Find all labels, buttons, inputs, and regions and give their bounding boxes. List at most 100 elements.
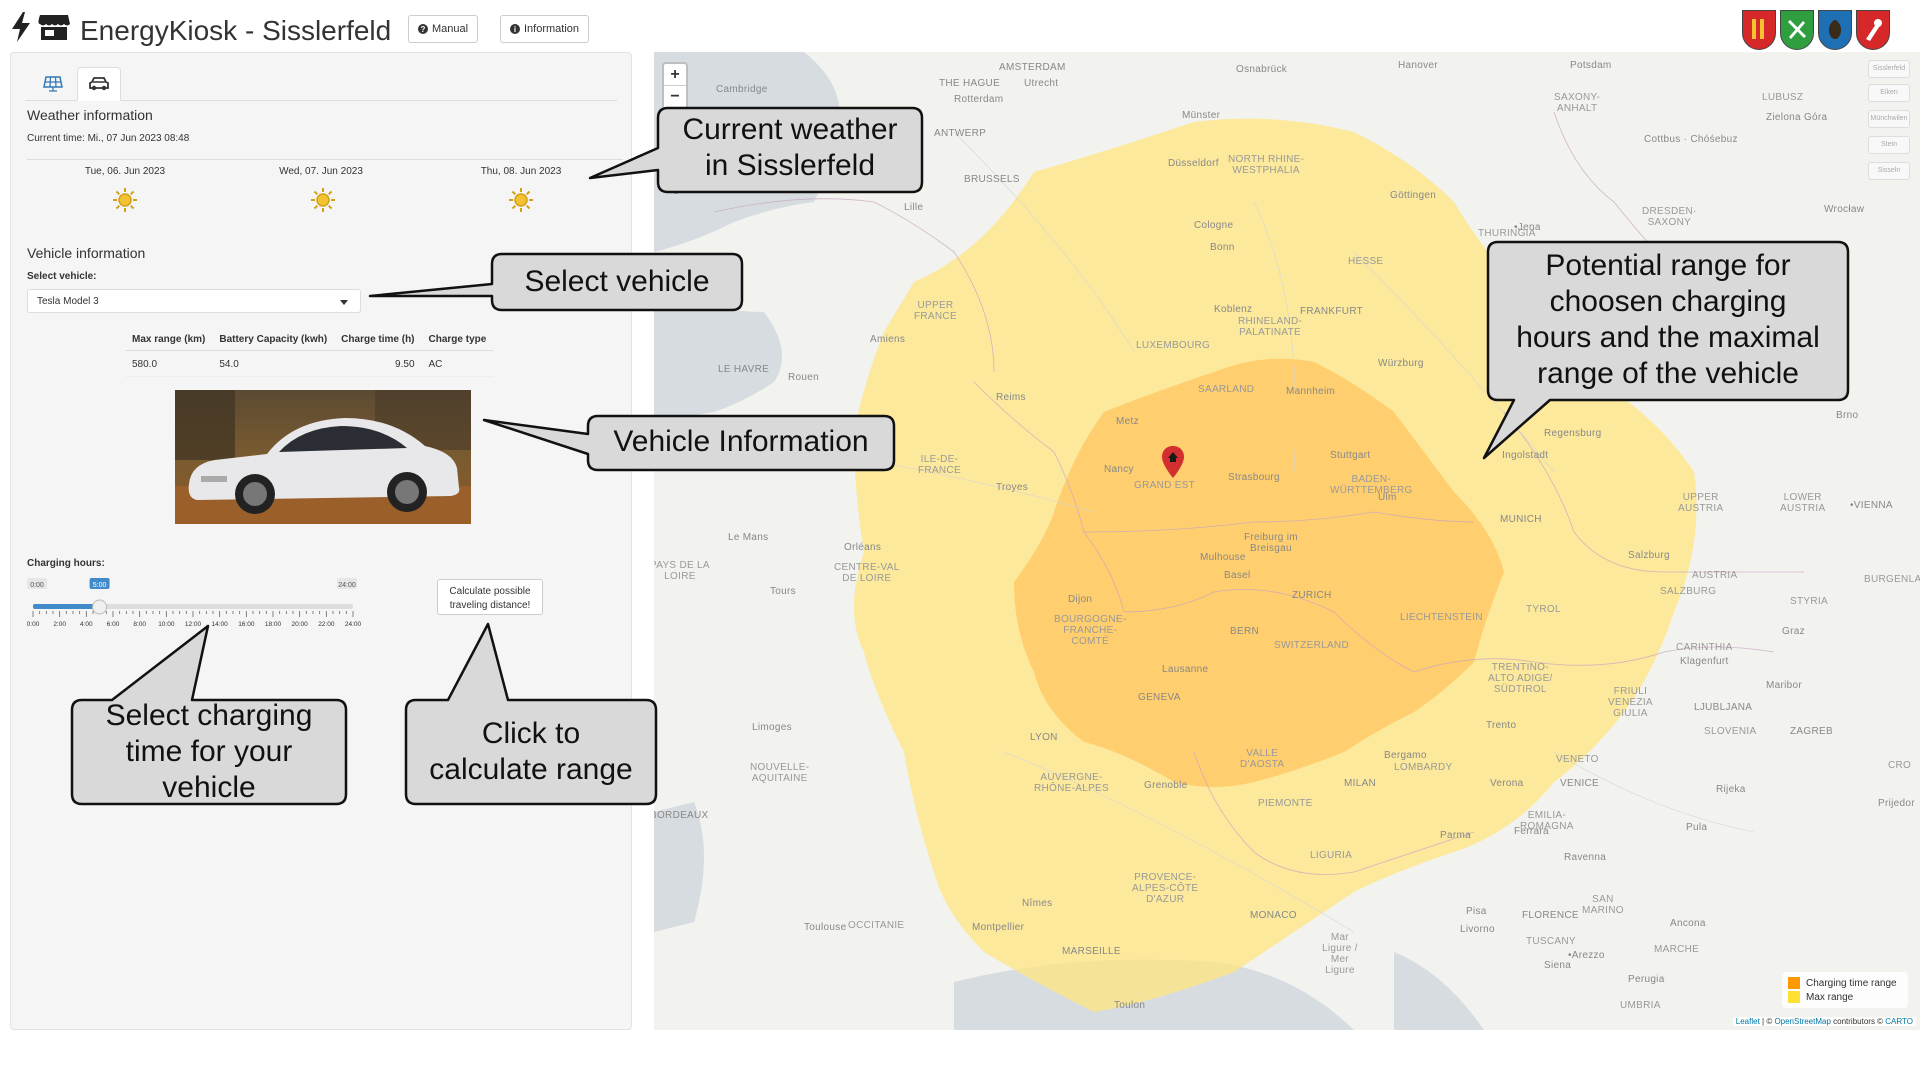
attribution-text: contributors ©: [1830, 1017, 1886, 1026]
place-label: Troyes: [996, 482, 1028, 493]
place-label: Prijedor: [1878, 798, 1915, 809]
charging-hours-label: Charging hours:: [27, 558, 105, 569]
place-label: Graz: [1782, 626, 1805, 637]
map-inset-label: Sisseln: [1868, 162, 1910, 180]
place-label: Basel: [1224, 570, 1251, 581]
app-logo: [10, 12, 70, 42]
select-vehicle-callout-text: Select vehicle: [524, 265, 710, 298]
place-label: Hanover: [1398, 60, 1438, 71]
place-label: UMBRIA: [1620, 1000, 1661, 1011]
place-label: LOMBARDY: [1394, 762, 1453, 773]
manual-button-label: Manual: [432, 23, 469, 35]
information-button[interactable]: i Information: [500, 15, 590, 43]
place-label: •Arezzo: [1568, 950, 1605, 961]
slider-track[interactable]: 0:00 24:00 5:00 0:00 2:00 4:00 6:00 8:00 10:00 12…: [27, 573, 367, 633]
vehicle-image: [175, 390, 471, 524]
vehicle-select[interactable]: Tesla Model 3: [27, 289, 361, 313]
crest-icon: [1856, 10, 1890, 50]
forecast-day: Thu, 08. Jun 2023: [423, 166, 619, 177]
sidebar-panel: Weather information Current time: Mi., 0…: [10, 52, 632, 1030]
information-button-label: Information: [524, 23, 580, 35]
place-label: Regensburg: [1544, 428, 1602, 439]
charging-callout-text: Select charging time for your vehicle: [105, 699, 313, 804]
calculate-button-label: Calculate possible traveling distance!: [449, 586, 531, 611]
place-label: Cambridge: [716, 84, 768, 95]
place-label: FRIULI VENEZIA GIULIA: [1608, 686, 1653, 719]
osm-link[interactable]: OpenStreetMap: [1774, 1017, 1830, 1026]
place-label: Perugia: [1628, 974, 1665, 985]
location-marker-icon[interactable]: [1162, 446, 1184, 480]
place-label: PIEMONTE: [1258, 798, 1313, 809]
place-label: Freiburg im Breisgau: [1244, 532, 1298, 554]
place-label: THE HAGUE: [939, 78, 1001, 89]
forecast-day: Wed, 07. Jun 2023: [223, 166, 419, 177]
place-label: VENETO: [1556, 754, 1599, 765]
legend-label: Charging time range: [1806, 977, 1897, 989]
slider-tick-label: 10:00: [158, 621, 175, 628]
place-label: BORDEAUX: [654, 810, 709, 821]
select-vehicle-label: Select vehicle:: [27, 271, 97, 282]
place-label: Cottbus · Chóśebuz: [1644, 134, 1738, 145]
tab-vehicle[interactable]: [77, 67, 121, 101]
slider-tick-label: 12:00: [185, 621, 202, 628]
table-header-row: Max range (km) Battery Capacity (kwh) Ch…: [125, 329, 494, 351]
place-label: PAYS DE LA LOIRE: [654, 560, 710, 582]
place-label: Grenoble: [1144, 780, 1188, 791]
municipality-crests: [1742, 10, 1890, 50]
carto-link[interactable]: CARTO: [1885, 1017, 1913, 1026]
place-label: BADEN- WÜRTTEMBERG: [1330, 474, 1413, 496]
app-header: EnergyKiosk - Sisslerfeld ? Manual i Inf…: [10, 10, 1910, 50]
place-label: •Jena: [1514, 222, 1541, 233]
place-label: TRENTINO- ALTO ADIGE/SÜDTIROL: [1488, 662, 1553, 695]
current-time: Current time: Mi., 07 Jun 2023 08:48: [27, 133, 190, 144]
place-label: NORTH RHINE- WESTPHALIA: [1228, 154, 1305, 176]
place-label: SLOVENIA: [1704, 726, 1757, 737]
forecast-date: Wed, 07. Jun 2023: [279, 166, 363, 177]
place-label: ZAGREB: [1790, 726, 1833, 737]
slider-max-label: 24:00: [338, 582, 356, 589]
place-label: CRO: [1888, 760, 1912, 771]
store-icon: [38, 15, 70, 40]
place-label: VALLE D'AOSTA: [1240, 748, 1285, 770]
place-label: Zielona Góra: [1766, 112, 1828, 123]
place-label: SAARLAND: [1198, 384, 1255, 395]
place-label: Brno: [1836, 410, 1859, 421]
zoom-in-button[interactable]: +: [664, 64, 686, 86]
place-label: Siena: [1544, 960, 1572, 971]
place-label: Düsseldorf: [1168, 158, 1219, 169]
place-label: AMSTERDAM: [999, 62, 1066, 73]
place-label: FRANKFURT: [1300, 306, 1364, 317]
place-label: Utrecht: [1024, 78, 1059, 89]
manual-button[interactable]: ? Manual: [408, 15, 479, 43]
place-label: FLORENCE: [1522, 910, 1579, 921]
place-label: VENICE: [1560, 778, 1600, 789]
map-attribution: Leaflet | © OpenStreetMap contributors ©…: [1732, 1017, 1916, 1026]
place-label: SAXONY- ANHALT: [1554, 92, 1601, 114]
solar-panel-icon: [43, 76, 63, 92]
place-label: STYRIA: [1790, 596, 1828, 607]
place-label: Rotterdam: [954, 94, 1004, 105]
place-label: SALZBURG: [1660, 586, 1717, 597]
place-label: Bonn: [1210, 242, 1235, 253]
zoom-out-button[interactable]: −: [664, 86, 686, 108]
place-label: BURGENLAND: [1864, 574, 1920, 585]
place-label: Verona: [1490, 778, 1524, 789]
crest-icon: [1742, 10, 1776, 50]
crest-icon: [1780, 10, 1814, 50]
place-label: LE HAVRE: [718, 364, 770, 375]
column-header: Charge type: [421, 329, 494, 351]
info-icon: i: [510, 24, 520, 34]
slider-handle[interactable]: [92, 599, 108, 615]
charging-hours-slider[interactable]: 0:00 24:00 5:00 0:00 2:00 4:00 6:00 8:00 10:00 12…: [27, 573, 367, 633]
slider-value-label: 5:00: [93, 582, 107, 589]
question-icon: ?: [418, 24, 428, 34]
leaflet-link[interactable]: Leaflet: [1736, 1017, 1760, 1026]
range-map[interactable]: + − Sisslerfeld Eiken Münchwilen Stein S…: [654, 52, 1920, 1030]
place-label: LYON: [1030, 732, 1058, 743]
calculate-range-button[interactable]: Calculate possible traveling distance!: [437, 579, 543, 615]
place-label: LIECHTENSTEIN: [1400, 612, 1483, 623]
tab-solar[interactable]: [31, 67, 75, 101]
legend-swatch: [1788, 991, 1800, 1003]
place-label: Bergamo: [1384, 750, 1427, 761]
forecast-day: Tue, 06. Jun 2023: [27, 166, 223, 177]
